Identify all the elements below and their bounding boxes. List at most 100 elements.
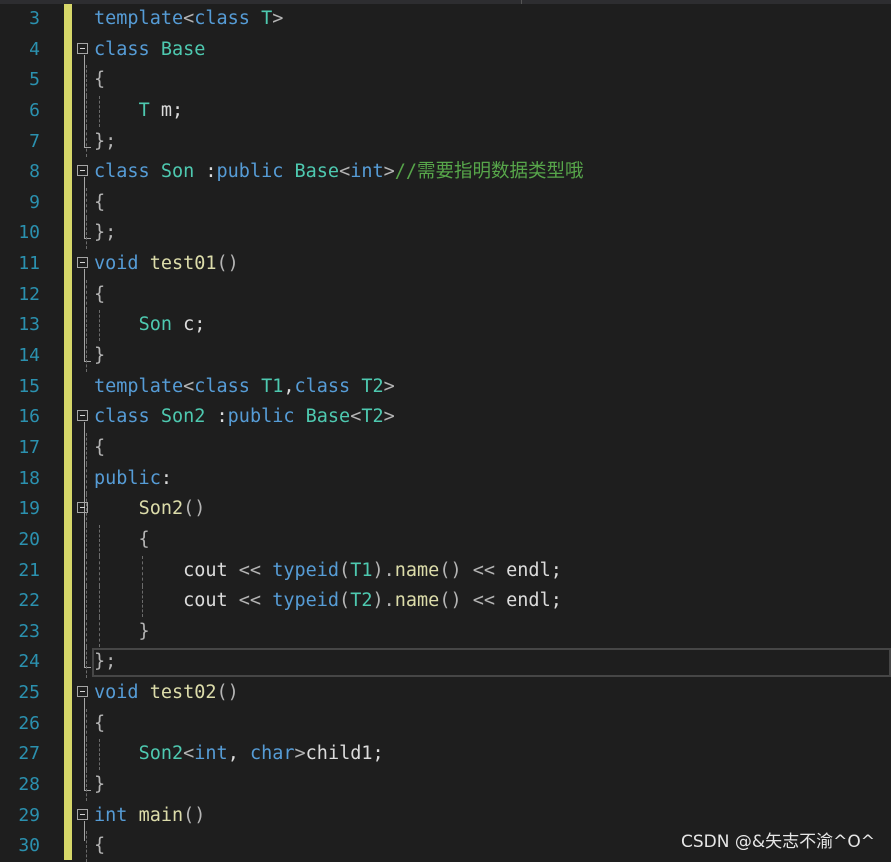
code-text: }	[94, 770, 105, 800]
code-line[interactable]: 17 {	[0, 432, 891, 464]
code-line[interactable]: 4 class Base	[0, 35, 891, 66]
code-token: main	[138, 804, 184, 826]
code-text: {	[94, 525, 150, 555]
code-token: (	[339, 559, 351, 581]
line-number: 30	[18, 835, 40, 857]
indent-guide	[86, 739, 88, 770]
code-token: :	[160, 467, 172, 489]
code-token: template	[94, 375, 184, 397]
code-text: cout << typeid(T2).name() << endl;	[94, 586, 562, 616]
code-token: }	[94, 345, 106, 367]
code-token: };	[94, 130, 117, 152]
line-number: 12	[18, 283, 40, 305]
code-text: }	[94, 341, 105, 371]
collapse-icon[interactable]	[77, 257, 88, 269]
line-number: 14	[18, 345, 40, 367]
code-text: int main()	[94, 801, 205, 831]
code-line[interactable]: 12 {	[0, 279, 891, 311]
code-token: class	[94, 38, 161, 60]
code-token: T1	[350, 559, 373, 581]
code-line[interactable]: 28}	[0, 770, 891, 801]
code-token: ()	[439, 590, 462, 612]
code-line[interactable]: 22 cout << typeid(T2).name() << endl;	[0, 586, 891, 617]
code-line[interactable]: 11 void test01()	[0, 249, 891, 280]
collapse-icon[interactable]	[77, 42, 88, 54]
code-line[interactable]: 20 {	[0, 524, 891, 556]
code-line[interactable]: 18 public:	[0, 463, 891, 495]
indent-guide	[86, 831, 88, 862]
indent-guide	[86, 770, 88, 801]
code-token: child1;	[305, 743, 384, 765]
code-token: <	[339, 161, 351, 183]
indent-guide	[86, 555, 88, 587]
code-line[interactable]: 9{	[0, 187, 891, 219]
code-line[interactable]: 13 Son c;	[0, 310, 891, 342]
code-text: class Base	[94, 35, 205, 65]
line-number: 15	[18, 375, 40, 397]
code-token: ()	[183, 804, 206, 826]
code-token: {	[94, 436, 106, 458]
line-number: 6	[29, 99, 40, 121]
code-token: >	[272, 8, 284, 29]
code-token: }	[94, 774, 106, 795]
code-text: Son2<int, char>child1;	[94, 739, 384, 769]
code-line[interactable]: 25 void test02()	[0, 678, 891, 709]
code-token: <<	[238, 590, 262, 612]
code-token: <	[183, 375, 195, 397]
code-token: test02	[149, 682, 217, 704]
code-text: {	[94, 188, 105, 218]
code-line[interactable]: 26 {	[0, 708, 891, 740]
code-text: class Son :public Base<int>//需要指明数据类型哦	[94, 157, 584, 187]
code-text: {	[94, 709, 105, 739]
code-token: T	[261, 8, 273, 29]
indent-guide	[86, 647, 88, 679]
code-token: ).	[372, 590, 395, 612]
code-token: ()	[183, 498, 206, 520]
collapse-icon[interactable]	[77, 410, 88, 422]
code-editor[interactable]: 3 template<class T> 4 class Base 5{6 T m; 7};…	[0, 0, 891, 862]
line-number: 8	[29, 161, 40, 183]
code-token: name	[394, 559, 440, 581]
line-number: 10	[18, 222, 40, 244]
code-line[interactable]: 14}	[0, 341, 891, 372]
code-token: Son2	[138, 743, 184, 765]
line-number: 18	[18, 467, 40, 489]
code-token: }	[94, 620, 150, 642]
code-line[interactable]: 15 template<class T1,class T2>	[0, 372, 891, 403]
code-line[interactable]: 3 template<class T>	[0, 4, 891, 35]
line-number: 16	[18, 406, 40, 428]
code-text: };	[94, 218, 116, 248]
code-line[interactable]: 21 cout << typeid(T1).name() << endl;	[0, 555, 891, 587]
code-token: <	[183, 8, 195, 29]
code-token: ()	[216, 253, 239, 275]
line-number: 5	[29, 69, 40, 91]
code-line[interactable]: 23 }	[0, 616, 891, 648]
collapse-icon[interactable]	[77, 808, 88, 820]
indent-guide	[86, 310, 88, 342]
code-line[interactable]: 6 T m;	[0, 95, 891, 127]
code-token: >	[294, 743, 306, 765]
indent-guide	[86, 494, 88, 525]
code-token: typeid	[272, 559, 340, 581]
code-text: {	[94, 280, 105, 310]
code-line[interactable]: 27 Son2<int, char>child1;	[0, 739, 891, 770]
code-token: {	[94, 283, 106, 305]
collapse-icon[interactable]	[77, 165, 88, 177]
code-line[interactable]: 8 class Son :public Base<int>//需要指明数据类型哦	[0, 157, 891, 188]
code-line[interactable]: 7};	[0, 126, 891, 158]
code-token: class	[94, 406, 161, 428]
code-token: {	[94, 712, 106, 734]
code-line[interactable]: 19 Son2()	[0, 494, 891, 525]
line-number: 28	[18, 774, 40, 795]
code-line[interactable]: 10};	[0, 218, 891, 250]
code-token: endl;	[495, 590, 562, 612]
code-token: class	[194, 8, 262, 29]
code-token: {	[94, 191, 106, 213]
code-line[interactable]: 16 class Son2 :public Base<T2>	[0, 402, 891, 433]
indent-guide	[86, 432, 88, 464]
collapse-icon[interactable]	[77, 686, 88, 698]
code-token: typeid	[272, 590, 340, 612]
code-line[interactable]: 5{	[0, 65, 891, 96]
line-number: 17	[18, 436, 40, 458]
